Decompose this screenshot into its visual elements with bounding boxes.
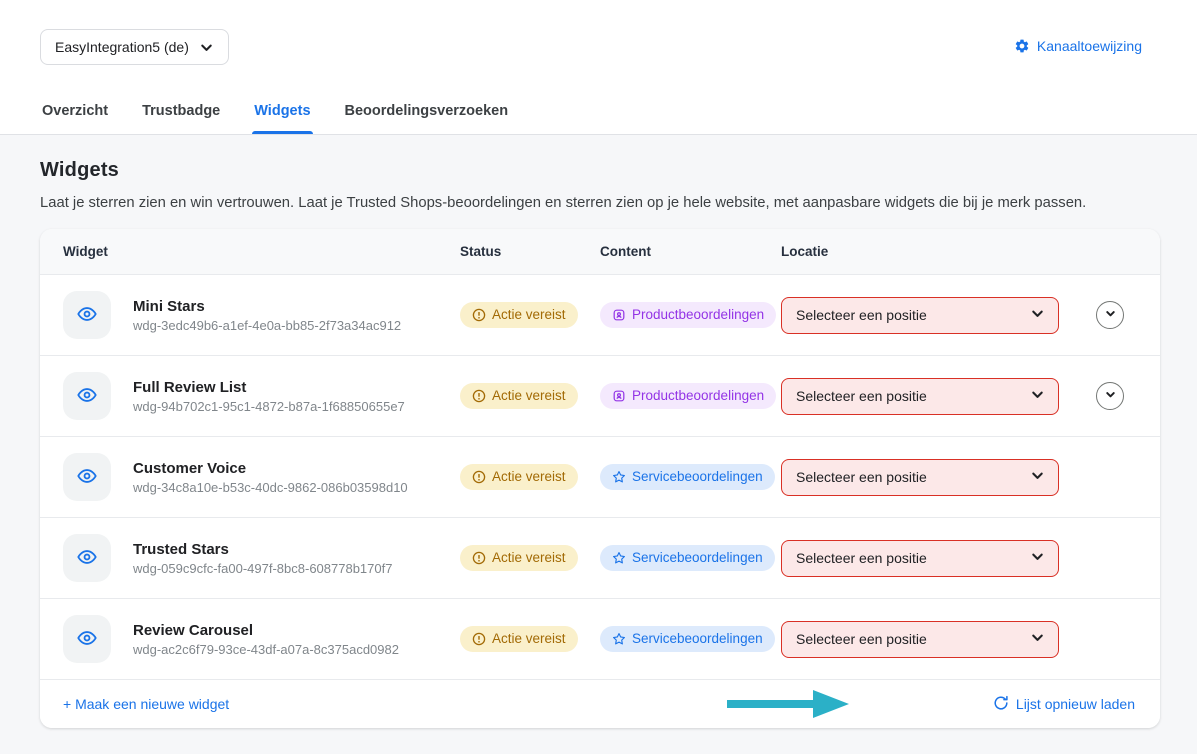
widget-id: wdg-ac2c6f79-93ce-43df-a07a-8c375acd0982 — [133, 642, 399, 657]
eye-icon — [76, 384, 98, 409]
eye-icon — [76, 546, 98, 571]
widget-name: Full Review List — [133, 379, 405, 396]
alert-circle-icon — [472, 308, 486, 322]
page-title: Widgets — [40, 159, 1160, 182]
top-header: EasyIntegration5 (de) Kanaaltoewijzing — [0, 0, 1197, 94]
reload-list-link[interactable]: Lijst opnieuw laden — [993, 695, 1135, 714]
position-select[interactable]: Selecteer een positie — [781, 297, 1059, 334]
status-badge: Actie vereist — [460, 464, 578, 490]
status-badge: Actie vereist — [460, 302, 578, 328]
chevron-down-icon — [1030, 630, 1045, 648]
content-badge: Servicebeoordelingen — [600, 545, 775, 571]
chevron-down-icon — [1030, 306, 1045, 324]
create-widget-link[interactable]: + Maak een nieuwe widget — [63, 696, 229, 712]
alert-circle-icon — [472, 470, 486, 484]
annotation-arrow — [725, 689, 855, 724]
preview-eye-button[interactable] — [63, 615, 111, 663]
column-header-locatie: Locatie — [781, 244, 1081, 259]
content-badge: Productbeoordelingen — [600, 383, 776, 409]
widget-id: wdg-3edc49b6-a1ef-4e0a-bb85-2f73a34ac912 — [133, 318, 401, 333]
widget-name: Review Carousel — [133, 622, 399, 639]
preview-eye-button[interactable] — [63, 453, 111, 501]
tab-bar: Overzicht Trustbadge Widgets Beoordeling… — [0, 94, 1197, 135]
table-footer: + Maak een nieuwe widget Lijst opnieuw l… — [40, 680, 1160, 728]
column-header-content: Content — [600, 244, 781, 259]
product-review-icon — [612, 389, 626, 403]
star-icon — [612, 470, 626, 484]
column-header-status: Status — [460, 244, 600, 259]
shop-selector-dropdown[interactable]: EasyIntegration5 (de) — [40, 29, 229, 65]
widget-id: wdg-059c9cfc-fa00-497f-8bc8-608778b170f7 — [133, 561, 392, 576]
widget-id: wdg-34c8a10e-b53c-40dc-9862-086b03598d10 — [133, 480, 408, 495]
table-header: Widget Status Content Locatie — [40, 229, 1160, 275]
position-select[interactable]: Selecteer een positie — [781, 459, 1059, 496]
star-icon — [612, 632, 626, 646]
chevron-down-icon — [1104, 388, 1117, 404]
star-icon — [612, 551, 626, 565]
eye-icon — [76, 303, 98, 328]
table-row: Mini Stars wdg-3edc49b6-a1ef-4e0a-bb85-2… — [40, 275, 1160, 356]
tab-overzicht[interactable]: Overzicht — [40, 94, 110, 134]
refresh-icon — [993, 695, 1009, 714]
position-select[interactable]: Selecteer een positie — [781, 378, 1059, 415]
chevron-down-icon — [1030, 468, 1045, 486]
tab-beoordelingsverzoeken[interactable]: Beoordelingsverzoeken — [343, 94, 511, 134]
reload-list-label: Lijst opnieuw laden — [1016, 696, 1135, 712]
status-badge: Actie vereist — [460, 545, 578, 571]
chevron-down-icon — [1030, 549, 1045, 567]
position-select[interactable]: Selecteer een positie — [781, 540, 1059, 577]
status-badge: Actie vereist — [460, 383, 578, 409]
expand-row-button[interactable] — [1096, 382, 1124, 410]
preview-eye-button[interactable] — [63, 291, 111, 339]
content-badge: Servicebeoordelingen — [600, 626, 775, 652]
widget-id: wdg-94b702c1-95c1-4872-b87a-1f68850655e7 — [133, 399, 405, 414]
widgets-table-card: Widget Status Content Locatie Mini Stars… — [40, 229, 1160, 728]
content-badge: Productbeoordelingen — [600, 302, 776, 328]
content-badge: Servicebeoordelingen — [600, 464, 775, 490]
widget-name: Mini Stars — [133, 298, 401, 315]
main-content: Widgets Laat je sterren zien en win vert… — [0, 135, 1197, 728]
widget-name: Customer Voice — [133, 460, 408, 477]
table-row: Customer Voice wdg-34c8a10e-b53c-40dc-98… — [40, 437, 1160, 518]
tab-widgets[interactable]: Widgets — [252, 94, 312, 134]
product-review-icon — [612, 308, 626, 322]
alert-circle-icon — [472, 551, 486, 565]
preview-eye-button[interactable] — [63, 372, 111, 420]
chevron-down-icon — [1030, 387, 1045, 405]
eye-icon — [76, 465, 98, 490]
widget-name: Trusted Stars — [133, 541, 392, 558]
column-header-widget: Widget — [40, 244, 460, 259]
gear-icon — [1014, 38, 1030, 54]
preview-eye-button[interactable] — [63, 534, 111, 582]
eye-icon — [76, 627, 98, 652]
table-row: Full Review List wdg-94b702c1-95c1-4872-… — [40, 356, 1160, 437]
table-row: Review Carousel wdg-ac2c6f79-93ce-43df-a… — [40, 599, 1160, 680]
channel-assignment-link[interactable]: Kanaaltoewijzing — [1014, 38, 1142, 54]
channel-assignment-label: Kanaaltoewijzing — [1037, 38, 1142, 54]
create-widget-label: + Maak een nieuwe widget — [63, 696, 229, 712]
page-subtitle: Laat je sterren zien en win vertrouwen. … — [40, 195, 1160, 211]
alert-circle-icon — [472, 632, 486, 646]
status-badge: Actie vereist — [460, 626, 578, 652]
table-row: Trusted Stars wdg-059c9cfc-fa00-497f-8bc… — [40, 518, 1160, 599]
chevron-down-icon — [199, 40, 214, 55]
tab-trustbadge[interactable]: Trustbadge — [140, 94, 222, 134]
expand-row-button[interactable] — [1096, 301, 1124, 329]
chevron-down-icon — [1104, 307, 1117, 323]
alert-circle-icon — [472, 389, 486, 403]
shop-selector-label: EasyIntegration5 (de) — [55, 39, 189, 55]
position-select[interactable]: Selecteer een positie — [781, 621, 1059, 658]
